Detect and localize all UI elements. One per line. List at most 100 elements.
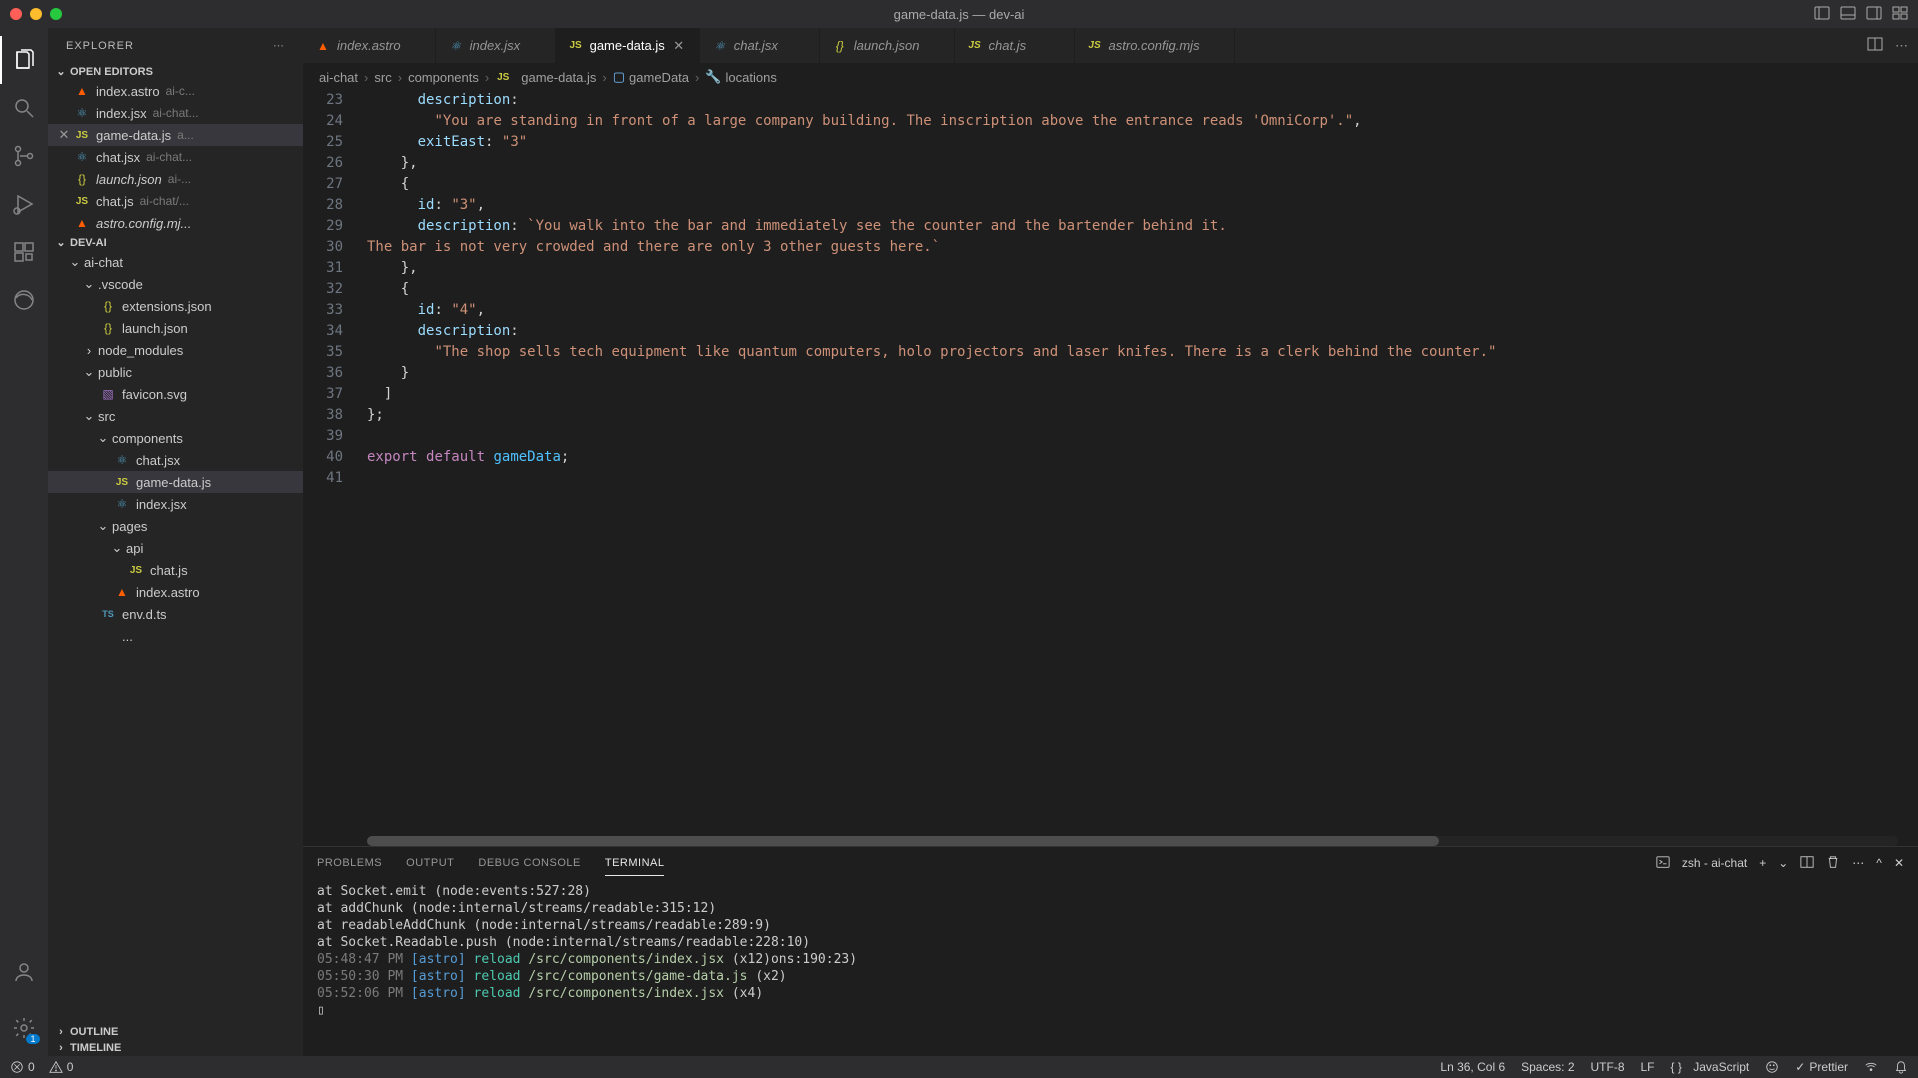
status-bar: 0 0 Ln 36, Col 6 Spaces: 2 UTF-8 LF { } …	[0, 1056, 1918, 1078]
editor-tab[interactable]: JSchat.js✕	[955, 28, 1075, 63]
panel-tab-debug[interactable]: DEBUG CONSOLE	[478, 851, 580, 875]
breadcrumb-item: src	[374, 70, 391, 85]
status-radio-icon[interactable]	[1864, 1060, 1878, 1074]
breadcrumbs[interactable]: ai-chat› src› components› JSgame-data.js…	[303, 64, 1918, 90]
status-warnings[interactable]: 0	[49, 1060, 74, 1074]
project-section[interactable]: ⌄DEV-AI	[48, 234, 303, 251]
status-language[interactable]: { } JavaScript	[1671, 1060, 1750, 1074]
breadcrumb-item: ai-chat	[319, 70, 358, 85]
terminal-maximize-icon[interactable]: ^	[1876, 856, 1882, 870]
horizontal-scrollbar[interactable]	[367, 836, 1898, 846]
terminal-new-icon[interactable]: +	[1759, 856, 1766, 870]
code-editor[interactable]: 23242526272829303132333435363738394041 d…	[303, 90, 1918, 846]
terminal-more-icon[interactable]: ⋯	[1852, 856, 1864, 870]
activity-search[interactable]	[0, 84, 48, 132]
file-favicon-svg[interactable]: ▧favicon.svg	[48, 383, 303, 405]
window-maximize-button[interactable]	[50, 8, 62, 20]
activity-run-debug[interactable]	[0, 180, 48, 228]
open-editor-item[interactable]: ✕JSgame-data.jsa...	[48, 124, 303, 146]
terminal-split-icon[interactable]	[1800, 855, 1814, 872]
close-icon[interactable]: ✕	[56, 127, 72, 143]
editor-area: ▲index.astro✕⚛index.jsx✕JSgame-data.js✕⚛…	[303, 28, 1918, 1056]
breadcrumb-item: ▢gameData	[613, 69, 689, 85]
status-encoding[interactable]: UTF-8	[1591, 1060, 1625, 1074]
file-extensions-json[interactable]: {}extensions.json	[48, 295, 303, 317]
outline-section[interactable]: ›OUTLINE	[48, 1024, 303, 1040]
editor-tab[interactable]: ⚛index.jsx✕	[436, 28, 556, 63]
open-editor-item[interactable]: ✕⚛index.jsxai-chat...	[48, 102, 303, 124]
activity-source-control[interactable]	[0, 132, 48, 180]
layout-sidebar-right-icon[interactable]	[1866, 5, 1882, 24]
file-index-astro[interactable]: ▲index.astro	[48, 581, 303, 603]
terminal-shell-icon[interactable]	[1656, 855, 1670, 872]
layout-sidebar-left-icon[interactable]	[1814, 5, 1830, 24]
panel-tab-problems[interactable]: PROBLEMS	[317, 851, 382, 875]
folder-pages[interactable]: ⌄pages	[48, 515, 303, 537]
layout-panel-icon[interactable]	[1840, 5, 1856, 24]
status-eol[interactable]: LF	[1641, 1060, 1655, 1074]
folder-src[interactable]: ⌄src	[48, 405, 303, 427]
window-title: game-data.js — dev-ai	[894, 7, 1025, 22]
explorer-title: EXPLORER	[66, 40, 134, 52]
activity-edge-icon[interactable]	[0, 276, 48, 324]
titlebar: game-data.js — dev-ai	[0, 0, 1918, 28]
breadcrumb-item: 🔧locations	[705, 69, 777, 85]
activity-accounts[interactable]	[0, 948, 48, 996]
tab-close-icon[interactable]: ✕	[671, 38, 687, 54]
file-env-dts[interactable]: TSenv.d.ts	[48, 603, 303, 625]
open-editors-section[interactable]: ⌄OPEN EDITORS	[48, 63, 303, 80]
file-index-jsx[interactable]: ⚛index.jsx	[48, 493, 303, 515]
file-more[interactable]: ...	[48, 625, 303, 647]
terminal-close-icon[interactable]: ✕	[1894, 856, 1904, 870]
panel-tab-output[interactable]: OUTPUT	[406, 851, 454, 875]
window-close-button[interactable]	[10, 8, 22, 20]
timeline-section[interactable]: ›TIMELINE	[48, 1040, 303, 1056]
activity-settings[interactable]: 1	[0, 1004, 48, 1052]
folder-node-modules[interactable]: ›node_modules	[48, 339, 303, 361]
editor-tab[interactable]: ▲index.astro✕	[303, 28, 436, 63]
terminal-dropdown-icon[interactable]: ⌄	[1778, 856, 1788, 870]
explorer-more-icon[interactable]: ⋯	[273, 39, 285, 52]
window-minimize-button[interactable]	[30, 8, 42, 20]
editor-tab[interactable]: ⚛chat.jsx✕	[700, 28, 820, 63]
breadcrumb-item: JSgame-data.js	[495, 69, 596, 85]
layout-customize-icon[interactable]	[1892, 5, 1908, 24]
open-editor-item[interactable]: ✕▲astro.config.mj...	[48, 212, 303, 234]
settings-badge: 1	[26, 1034, 40, 1044]
status-bell-icon[interactable]	[1894, 1060, 1908, 1074]
terminal-trash-icon[interactable]	[1826, 855, 1840, 872]
split-editor-icon[interactable]	[1867, 36, 1883, 55]
panel-tab-terminal[interactable]: TERMINAL	[605, 851, 665, 876]
status-prettier[interactable]: ✓ Prettier	[1795, 1060, 1848, 1074]
folder-components[interactable]: ⌄components	[48, 427, 303, 449]
editor-tabs: ▲index.astro✕⚛index.jsx✕JSgame-data.js✕⚛…	[303, 28, 1918, 64]
editor-tab[interactable]: JSgame-data.js✕	[556, 28, 700, 63]
breadcrumb-item: components	[408, 70, 479, 85]
folder-vscode[interactable]: ⌄.vscode	[48, 273, 303, 295]
activity-extensions[interactable]	[0, 228, 48, 276]
activity-bar: 1	[0, 28, 48, 1056]
folder-public[interactable]: ⌄public	[48, 361, 303, 383]
file-game-data-js[interactable]: JSgame-data.js	[48, 471, 303, 493]
file-chat-js[interactable]: JSchat.js	[48, 559, 303, 581]
bottom-panel: PROBLEMS OUTPUT DEBUG CONSOLE TERMINAL z…	[303, 846, 1918, 1056]
status-feedback-icon[interactable]	[1765, 1060, 1779, 1074]
terminal-output[interactable]: at Socket.emit (node:events:527:28) at a…	[303, 879, 1918, 1056]
folder-api[interactable]: ⌄api	[48, 537, 303, 559]
file-launch-json[interactable]: {}launch.json	[48, 317, 303, 339]
status-line-col[interactable]: Ln 36, Col 6	[1440, 1060, 1505, 1074]
terminal-shell-label[interactable]: zsh - ai-chat	[1682, 856, 1747, 870]
explorer-sidebar: EXPLORER ⋯ ⌄OPEN EDITORS ✕▲index.astroai…	[48, 28, 303, 1056]
open-editor-item[interactable]: ✕▲index.astroai-c...	[48, 80, 303, 102]
editor-tab[interactable]: JSastro.config.mjs✕	[1075, 28, 1235, 63]
activity-explorer[interactable]	[0, 36, 48, 84]
status-spaces[interactable]: Spaces: 2	[1521, 1060, 1574, 1074]
status-errors[interactable]: 0	[10, 1060, 35, 1074]
tab-more-icon[interactable]: ⋯	[1895, 38, 1908, 54]
open-editor-item[interactable]: ✕{}launch.jsonai-...	[48, 168, 303, 190]
editor-tab[interactable]: {}launch.json✕	[820, 28, 955, 63]
open-editor-item[interactable]: ✕⚛chat.jsxai-chat...	[48, 146, 303, 168]
open-editor-item[interactable]: ✕JSchat.jsai-chat/...	[48, 190, 303, 212]
folder-ai-chat[interactable]: ⌄ai-chat	[48, 251, 303, 273]
file-chat-jsx[interactable]: ⚛chat.jsx	[48, 449, 303, 471]
